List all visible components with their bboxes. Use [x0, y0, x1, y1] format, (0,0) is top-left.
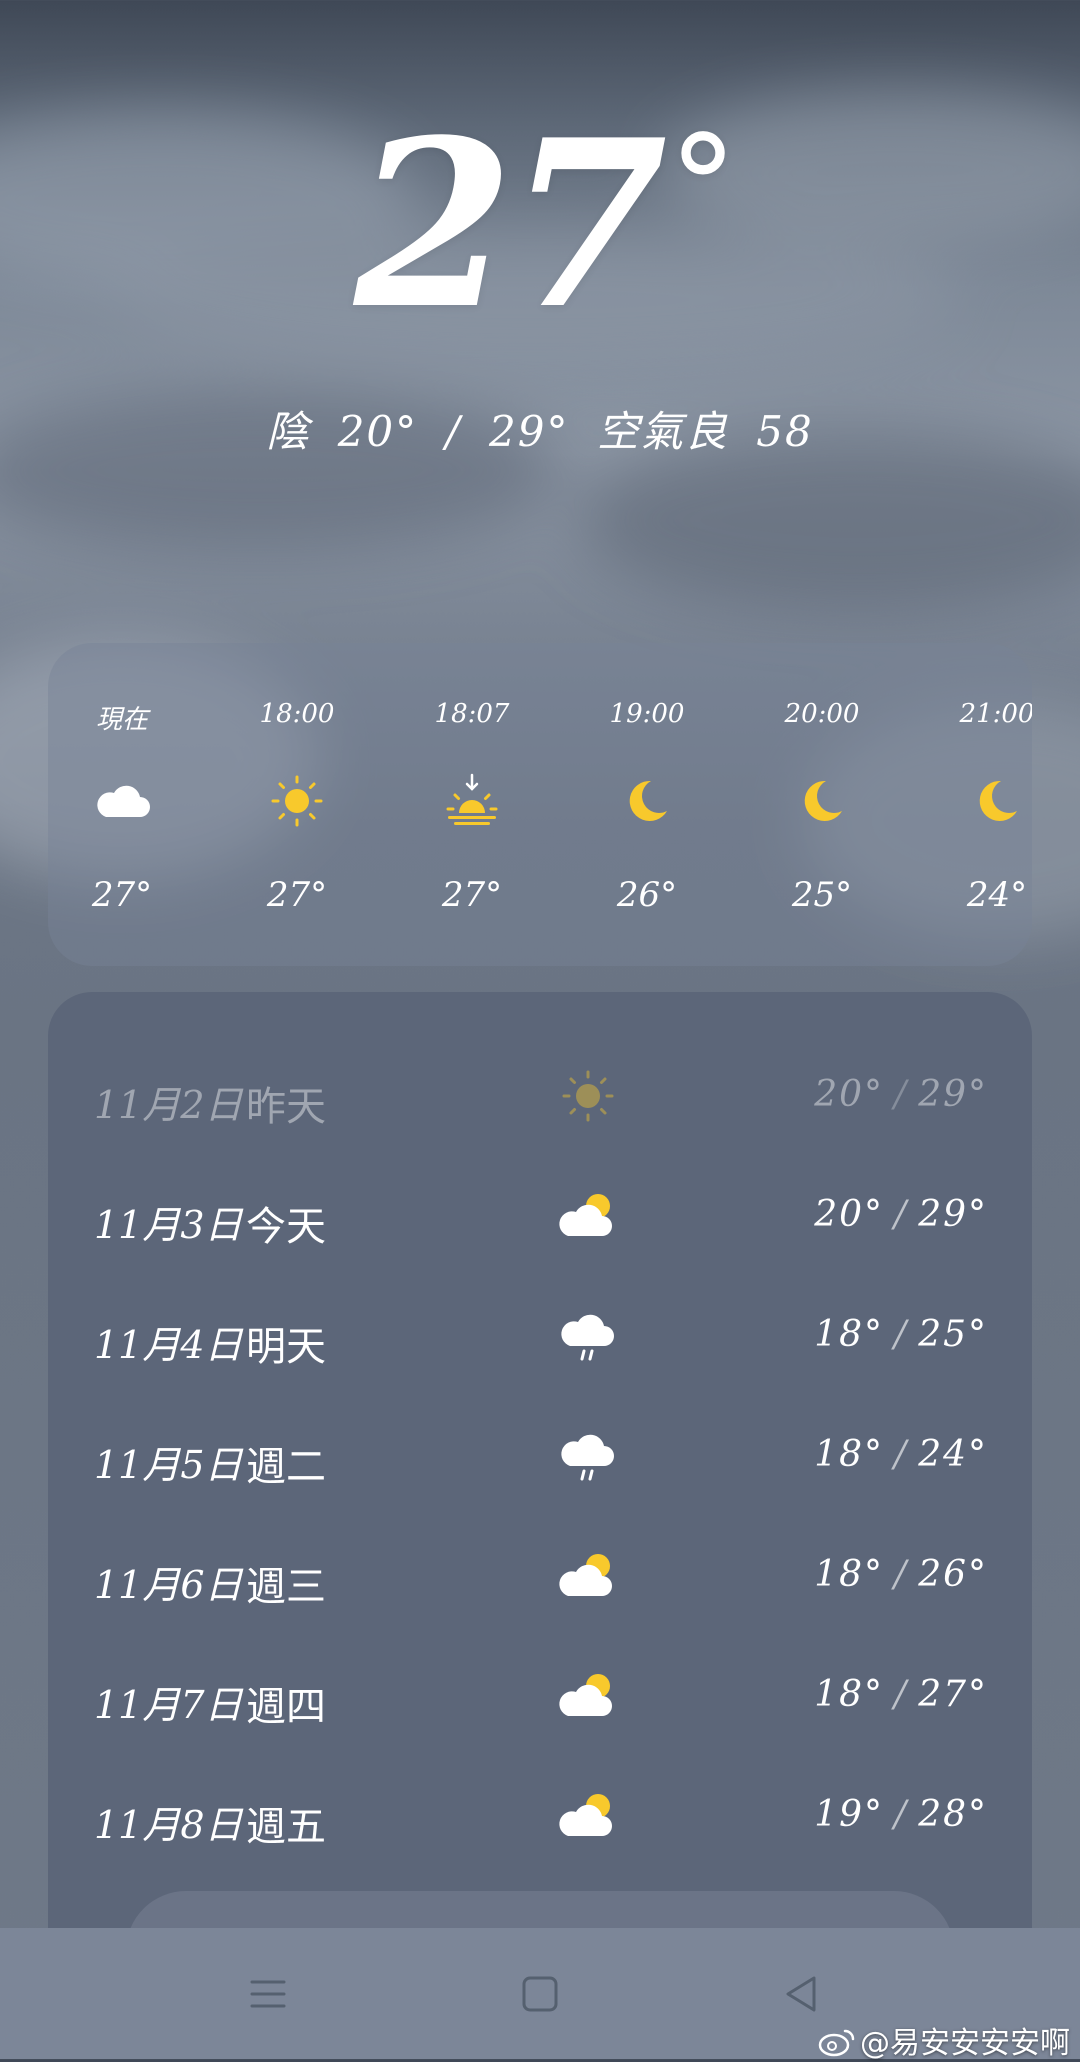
day-date: 11月8日: [94, 1803, 243, 1847]
moon-icon: [629, 780, 667, 821]
temp-separator: /: [894, 1674, 909, 1715]
day-high: 27°: [918, 1674, 988, 1715]
day-temps: 19°/28°: [814, 1794, 988, 1835]
rain-icon: [561, 1434, 614, 1481]
temp-separator: /: [894, 1794, 909, 1835]
day-low: 18°: [814, 1554, 885, 1595]
day-low: 18°: [814, 1434, 885, 1475]
day-high: 29°: [918, 1194, 988, 1235]
daily-row[interactable]: 11月4日 明天 18°/25°: [48, 1302, 1032, 1372]
day-date: 11月4日: [94, 1323, 243, 1367]
daily-row[interactable]: 11月6日 週三 18°/26°: [48, 1542, 1032, 1612]
day-low: 18°: [814, 1674, 885, 1715]
hour-temp: 25°: [791, 875, 853, 915]
hour-temp: 26°: [616, 875, 678, 915]
day-low: 20°: [814, 1194, 885, 1235]
sun-icon: [271, 775, 323, 827]
day-temps: 18°/27°: [814, 1674, 988, 1715]
daily-row[interactable]: 11月5日 週二 18°/24°: [48, 1422, 1032, 1492]
day-label: 週五: [246, 1804, 326, 1850]
aqi-value: 58: [756, 407, 814, 456]
daily-row[interactable]: 11月8日 週五 19°/28°: [48, 1782, 1032, 1852]
day-label: 週四: [246, 1684, 326, 1730]
hour-time: 19:00: [609, 699, 685, 729]
day-date: 11月2日: [94, 1083, 243, 1127]
sunset-icon: [446, 773, 498, 825]
day-temps: 20°/29°: [814, 1074, 988, 1115]
weibo-icon: [818, 2029, 855, 2057]
sun-icon: [562, 1070, 614, 1122]
temp-separator: /: [894, 1314, 909, 1355]
day-temps: 18°/26°: [814, 1554, 988, 1595]
hour-time: 18:07: [434, 699, 510, 729]
day-label: 週三: [246, 1564, 326, 1610]
current-temp-value: 27: [353, 90, 668, 360]
moon-icon: [804, 780, 842, 821]
condition-text: 陰: [266, 407, 311, 456]
daily-forecast-card[interactable]: 11月2日 昨天 20°/29° 11月3日 今天 20°/29° 11月4日 …: [48, 992, 1032, 1992]
hour-time: 現在: [95, 705, 148, 735]
partly-cloudy-icon: [559, 1554, 612, 1596]
home-icon[interactable]: [510, 1964, 570, 2024]
watermark-text: @易安安安安啊: [860, 2026, 1070, 2061]
hour-time: 20:00: [784, 699, 860, 729]
daily-row[interactable]: 11月7日 週四 18°/27°: [48, 1662, 1032, 1732]
day-temps: 18°/24°: [814, 1434, 988, 1475]
temp-separator: /: [894, 1554, 909, 1595]
hourly-forecast-card[interactable]: 現在 27° 18:00 27° 18:07 27° 19:00 26° 20:…: [48, 643, 1032, 966]
day-low: 19°: [814, 1794, 885, 1835]
hour-time: 21:00: [959, 699, 1032, 729]
range-separator: /: [445, 407, 462, 456]
watermark: @易安安安安啊: [818, 2018, 1070, 2062]
day-date: 11月5日: [94, 1443, 243, 1487]
hour-temp: 24°: [966, 875, 1028, 915]
day-label: 今天: [246, 1204, 326, 1250]
day-label: 昨天: [246, 1084, 326, 1130]
temp-separator: /: [894, 1434, 909, 1475]
day-high: 26°: [918, 1554, 988, 1595]
day-high: 25°: [918, 1314, 988, 1355]
hour-temp: 27°: [266, 875, 328, 915]
day-temps: 18°/25°: [814, 1314, 988, 1355]
back-icon[interactable]: [772, 1964, 832, 2024]
day-high: 28°: [918, 1794, 988, 1835]
daily-row[interactable]: 11月3日 今天 20°/29°: [48, 1182, 1032, 1252]
day-label: 週二: [246, 1444, 326, 1490]
hour-temp: 27°: [91, 875, 153, 915]
day-date: 11月7日: [94, 1683, 243, 1727]
day-high: 24°: [918, 1434, 988, 1475]
current-temperature: 27°: [0, 110, 1080, 340]
hour-time: 18:00: [259, 699, 335, 729]
partly-cloudy-icon: [559, 1794, 612, 1836]
day-label: 明天: [246, 1324, 326, 1370]
moon-icon: [979, 780, 1017, 821]
day-date: 11月3日: [94, 1203, 243, 1247]
temp-separator: /: [894, 1194, 909, 1235]
day-date: 11月6日: [94, 1563, 243, 1607]
temp-separator: /: [894, 1074, 909, 1115]
low-temp: 20°: [337, 407, 419, 456]
partly-cloudy-icon: [559, 1674, 612, 1716]
high-temp: 29°: [489, 407, 570, 456]
weather-summary: 陰 20° / 29° 空氣良 58: [0, 398, 1080, 459]
hour-temp: 27°: [441, 875, 503, 915]
partly-cloudy-icon: [559, 1194, 612, 1236]
day-low: 20°: [814, 1074, 885, 1115]
day-temps: 20°/29°: [814, 1194, 988, 1235]
menu-icon[interactable]: [238, 1964, 298, 2024]
daily-row[interactable]: 11月2日 昨天 20°/29°: [48, 1062, 1032, 1132]
cloud-icon: [97, 785, 150, 817]
aqi-label: 空氣良: [596, 407, 729, 456]
rain-icon: [561, 1314, 614, 1361]
degree-symbol: °: [668, 106, 738, 269]
day-low: 18°: [814, 1314, 885, 1355]
day-high: 29°: [918, 1074, 988, 1115]
